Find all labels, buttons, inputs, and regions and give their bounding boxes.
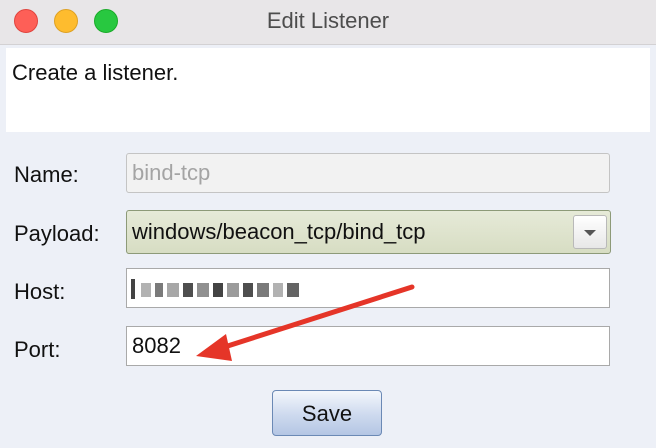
redacted-host-value: [127, 269, 347, 307]
host-label: Host:: [14, 279, 66, 304]
name-field: bind-tcp: [126, 153, 610, 193]
title-bar: Edit Listener: [0, 0, 656, 45]
chevron-down-icon: [584, 230, 596, 236]
window-title: Edit Listener: [266, 8, 390, 33]
payload-dropdown[interactable]: windows/beacon_tcp/bind_tcp: [126, 210, 611, 254]
dropdown-button[interactable]: [573, 215, 607, 249]
host-field[interactable]: [126, 268, 610, 308]
edit-listener-dialog: Edit Listener Create a listener. Name: b…: [0, 0, 656, 448]
save-button[interactable]: Save: [272, 390, 382, 436]
payload-label: Payload:: [14, 221, 100, 246]
port-label: Port:: [14, 337, 61, 362]
payload-selected-value: windows/beacon_tcp/bind_tcp: [132, 219, 426, 244]
port-field[interactable]: 8082: [126, 326, 610, 366]
description-text: Create a listener.: [12, 60, 179, 85]
description-panel: Create a listener.: [6, 48, 650, 132]
name-label: Name:: [14, 162, 79, 187]
